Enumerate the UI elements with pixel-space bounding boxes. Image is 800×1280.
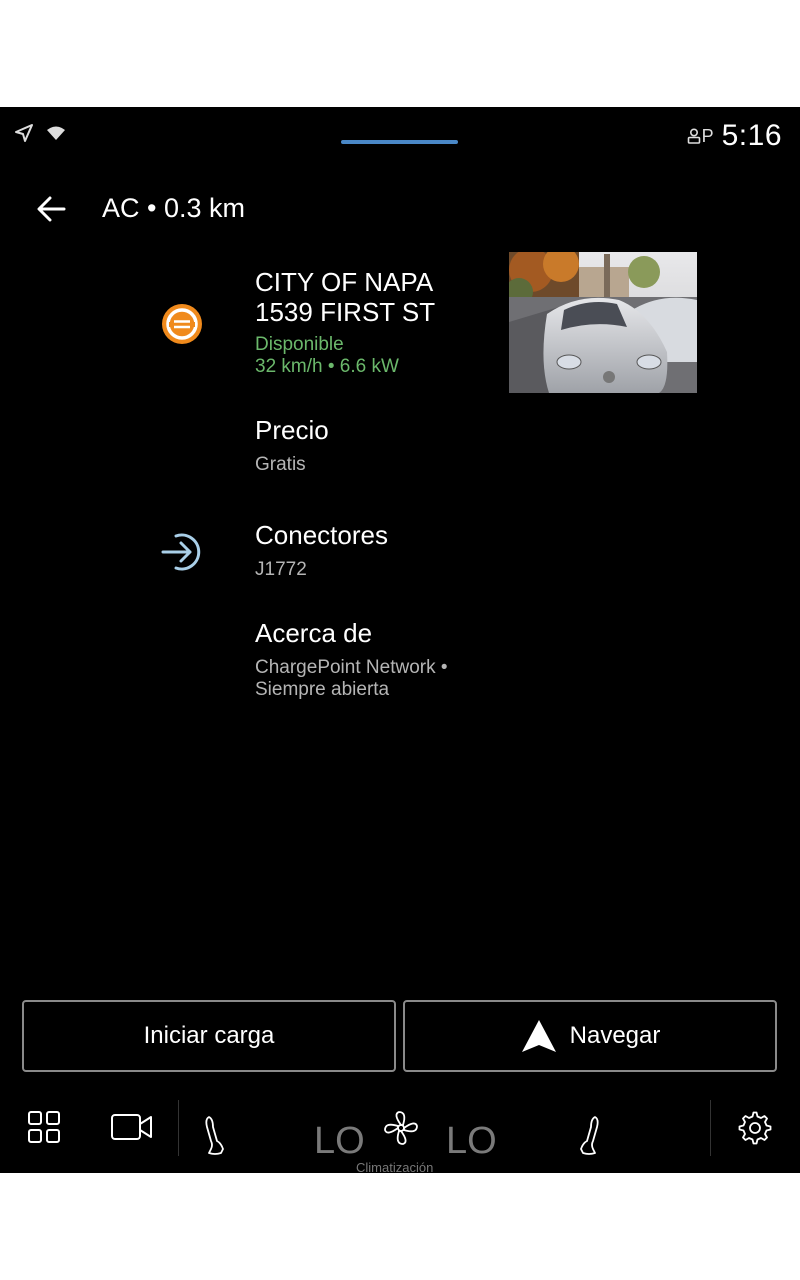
- left-temperature[interactable]: LO: [314, 1120, 365, 1163]
- drag-handle[interactable]: [341, 140, 458, 144]
- climate-label: Climatización: [356, 1160, 434, 1173]
- app-screen: P 5:16 AC • 0.3 km CITY OF NAPA 1539 FIR…: [0, 107, 800, 1173]
- price-label: Precio: [255, 415, 329, 445]
- station-photo[interactable]: [509, 252, 697, 393]
- right-temperature[interactable]: LO: [446, 1120, 497, 1163]
- clock: 5:16: [721, 119, 782, 152]
- dock-divider-left: [178, 1100, 179, 1156]
- camera-button[interactable]: [108, 1107, 156, 1147]
- apps-button[interactable]: [24, 1107, 64, 1147]
- gear-icon: [738, 1111, 772, 1145]
- station-photo-image: [509, 252, 697, 393]
- right-seat-heat-button[interactable]: [574, 1112, 608, 1158]
- navigate-button[interactable]: Navegar: [403, 1000, 777, 1072]
- grid-icon: [28, 1111, 60, 1143]
- navigate-label: Navegar: [569, 1022, 661, 1049]
- back-button[interactable]: [28, 187, 74, 231]
- seat-heat-right-icon: [580, 1116, 599, 1155]
- station-name-line2: 1539 FIRST ST: [255, 297, 436, 327]
- user-profile-icon: [687, 128, 700, 144]
- left-seat-heat-button[interactable]: [196, 1112, 230, 1158]
- settings-button[interactable]: [734, 1107, 776, 1149]
- price-value: Gratis: [255, 454, 306, 475]
- wifi-icon: [47, 126, 65, 140]
- video-camera-icon: [111, 1114, 152, 1140]
- fan-icon: [384, 1111, 418, 1145]
- navigate-arrow-icon: [521, 1020, 556, 1052]
- back-arrow-icon: [37, 196, 66, 222]
- about-line2: Siempre abierta: [255, 679, 390, 700]
- start-charge-button[interactable]: Iniciar carga: [22, 1000, 396, 1072]
- profile-indicator: P: [687, 126, 714, 147]
- station-name-line1: CITY OF NAPA: [255, 267, 434, 297]
- connectors-label: Conectores: [255, 520, 388, 550]
- station-status: Disponible: [255, 334, 344, 355]
- station-speed: 32 km/h • 6.6 kW: [255, 356, 399, 377]
- navigation-arrow-icon: [15, 124, 33, 142]
- about-label: Acerca de: [255, 618, 373, 648]
- about-line1: ChargePoint Network •: [255, 657, 448, 678]
- start-charge-label: Iniciar carga: [143, 1022, 275, 1049]
- page-title: AC • 0.3 km: [102, 193, 245, 223]
- parking-icon: P: [701, 125, 714, 146]
- status-right: P 5:16: [687, 119, 782, 153]
- charger-brand-icon: [162, 304, 202, 344]
- connectors-value: J1772: [255, 559, 307, 580]
- connector-icon: [161, 533, 201, 571]
- dock-divider-right: [710, 1100, 711, 1156]
- seat-heat-left-icon: [205, 1116, 224, 1155]
- climate-fan-button[interactable]: [380, 1107, 422, 1149]
- status-left: [14, 123, 66, 143]
